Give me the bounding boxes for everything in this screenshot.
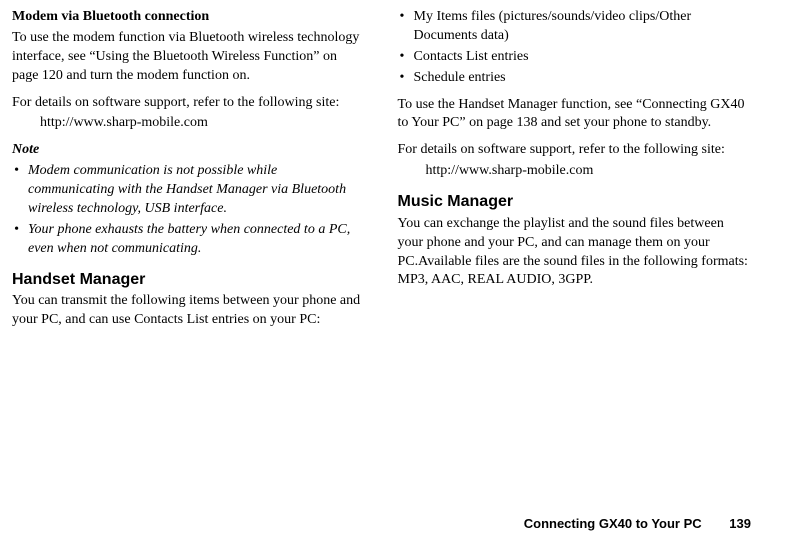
handset-item: Schedule entries (398, 69, 752, 88)
music-manager-heading: Music Manager (398, 191, 752, 213)
left-column: Modem via Bluetooth connection To use th… (12, 8, 366, 338)
page-number: 139 (729, 516, 751, 531)
footer-title: Connecting GX40 to Your PC (524, 516, 702, 531)
note-list: Modem communication is not possible whil… (12, 162, 366, 258)
modem-paragraph-2: For details on software support, refer t… (12, 94, 366, 113)
handset-paragraph-2: For details on software support, refer t… (398, 141, 752, 160)
handset-item: Contacts List entries (398, 48, 752, 67)
handset-url: http://www.sharp-mobile.com (398, 162, 752, 181)
note-item: Modem communication is not possible whil… (12, 162, 366, 219)
handset-paragraph-1: To use the Handset Manager function, see… (398, 96, 752, 134)
page-footer: Connecting GX40 to Your PC 139 (524, 515, 751, 533)
two-column-layout: Modem via Bluetooth connection To use th… (12, 8, 751, 338)
right-column: My Items files (pictures/sounds/video cl… (398, 8, 752, 338)
handset-items-list: My Items files (pictures/sounds/video cl… (398, 8, 752, 88)
music-manager-paragraph: You can exchange the playlist and the so… (398, 215, 752, 291)
handset-manager-heading: Handset Manager (12, 269, 366, 291)
modem-url: http://www.sharp-mobile.com (12, 114, 366, 133)
modem-heading: Modem via Bluetooth connection (12, 8, 366, 27)
handset-manager-paragraph: You can transmit the following items bet… (12, 292, 366, 330)
note-label: Note (12, 141, 366, 160)
note-item: Your phone exhausts the battery when con… (12, 221, 366, 259)
handset-item: My Items files (pictures/sounds/video cl… (398, 8, 752, 46)
modem-paragraph-1: To use the modem function via Bluetooth … (12, 29, 366, 86)
